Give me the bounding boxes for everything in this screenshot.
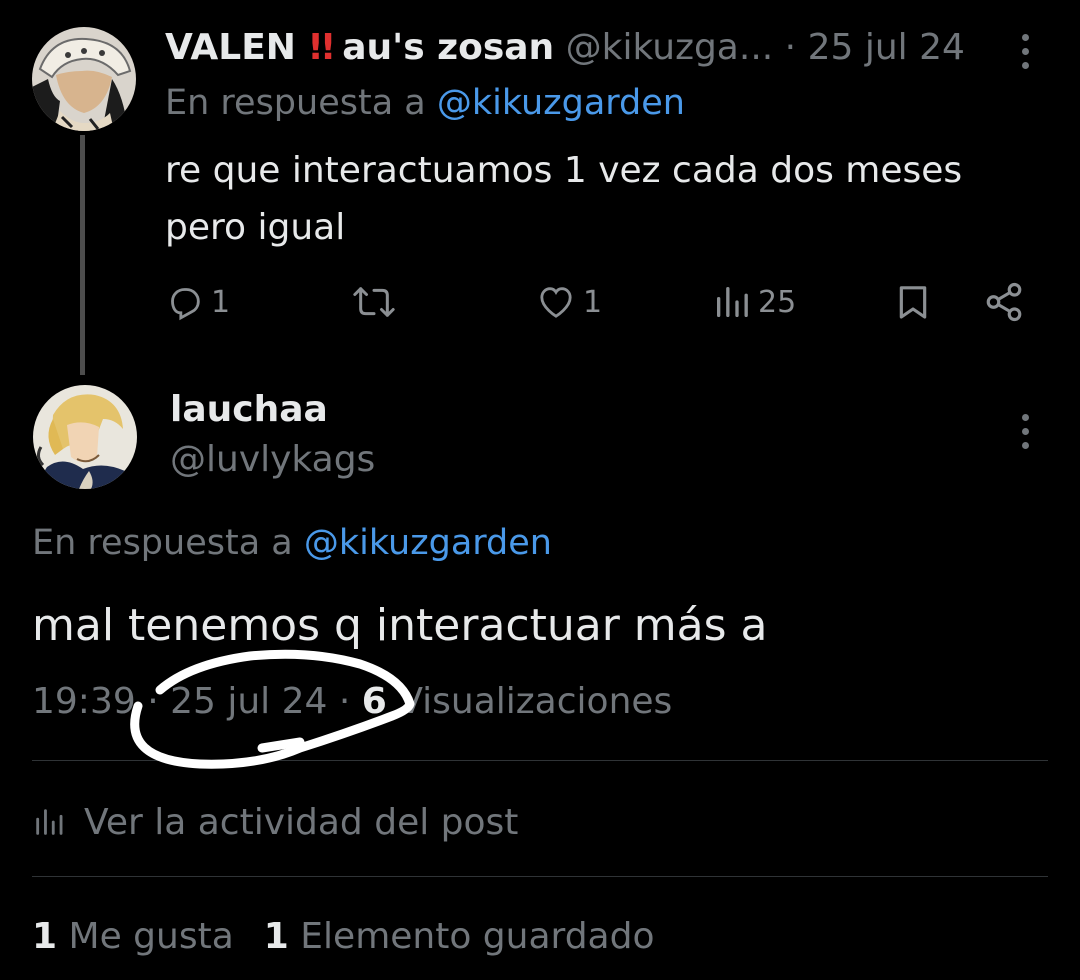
reply-author-line: VALEN !! au's zosan @kikuzga... · 25 jul … [165, 24, 965, 72]
main-reply-to-mention[interactable]: @kikuzgarden [304, 523, 552, 563]
avatar[interactable] [33, 385, 137, 489]
reply-date[interactable]: 25 jul 24 [808, 27, 965, 68]
reply-handle[interactable]: @kikuzga... [566, 27, 774, 68]
views-total-count: 6 [361, 681, 387, 722]
divider [32, 760, 1048, 761]
likes-stat[interactable]: 1 Me gusta [32, 916, 234, 957]
main-display-name[interactable]: lauchaa [170, 386, 328, 434]
tweet-date[interactable]: 25 jul 24 [170, 681, 327, 722]
views-count: 25 [758, 284, 797, 320]
bookmarks-stat[interactable]: 1 Elemento guardado [264, 916, 655, 957]
more-vertical-icon[interactable] [1022, 414, 1032, 456]
avatar[interactable] [32, 27, 136, 131]
reply-button[interactable]: 1 [165, 278, 230, 326]
bookmark-icon [899, 286, 927, 319]
reply-to-line: En respuesta a @kikuzgarden [165, 80, 685, 126]
more-vertical-icon[interactable] [1022, 34, 1032, 76]
reply-display-name[interactable]: VALEN [165, 27, 296, 68]
share-button[interactable] [983, 278, 1025, 326]
reply-tweet-text: re que interactuamos 1 vez cada dos mese… [165, 150, 963, 248]
reply-separator: · [784, 27, 797, 68]
divider [32, 876, 1048, 877]
repost-icon [353, 287, 395, 317]
likes-stat-label: Me gusta [68, 916, 234, 957]
bookmarks-stat-label: Elemento guardado [300, 916, 655, 957]
share-icon [986, 282, 1022, 322]
views-button[interactable]: 25 [712, 278, 796, 326]
tweet-meta: 19:39 · 25 jul 24 · 6 Visualizaciones [32, 678, 672, 726]
reply-icon [171, 288, 200, 321]
engagement-stats: 1 Me gusta 1 Elemento guardado [32, 912, 655, 962]
main-reply-to-prefix: En respuesta a [32, 523, 293, 563]
post-activity-label: Ver la actividad del post [84, 801, 519, 843]
bar-chart-icon [717, 287, 748, 317]
heart-icon [540, 287, 572, 318]
reply-count: 1 [211, 284, 231, 320]
bookmark-button[interactable] [893, 278, 933, 326]
reply-name-suffix[interactable]: au's zosan [342, 27, 554, 68]
post-activity-link[interactable]: Ver la actividad del post [32, 796, 518, 848]
bookmarks-stat-count: 1 [263, 916, 289, 957]
meta-separator: · [338, 681, 351, 722]
tweet-time[interactable]: 19:39 [32, 681, 136, 722]
thread-connector-line [80, 135, 85, 375]
like-count: 1 [583, 284, 603, 320]
repost-button[interactable] [352, 278, 396, 326]
likes-stat-count: 1 [32, 916, 58, 957]
main-reply-to-line: En respuesta a @kikuzgarden [32, 520, 552, 566]
like-button[interactable]: 1 [535, 278, 602, 326]
meta-separator: · [147, 681, 159, 722]
reply-to-prefix: En respuesta a [165, 83, 426, 123]
reply-to-mention[interactable]: @kikuzgarden [437, 83, 685, 123]
main-tweet-text: mal tenemos q interactuar más a [32, 600, 768, 651]
double-exclamation-icon: !! [307, 27, 336, 68]
main-handle[interactable]: @luvlykags [170, 436, 375, 484]
bar-chart-icon [36, 809, 63, 835]
views-total-label: Visualizaciones [398, 681, 673, 722]
